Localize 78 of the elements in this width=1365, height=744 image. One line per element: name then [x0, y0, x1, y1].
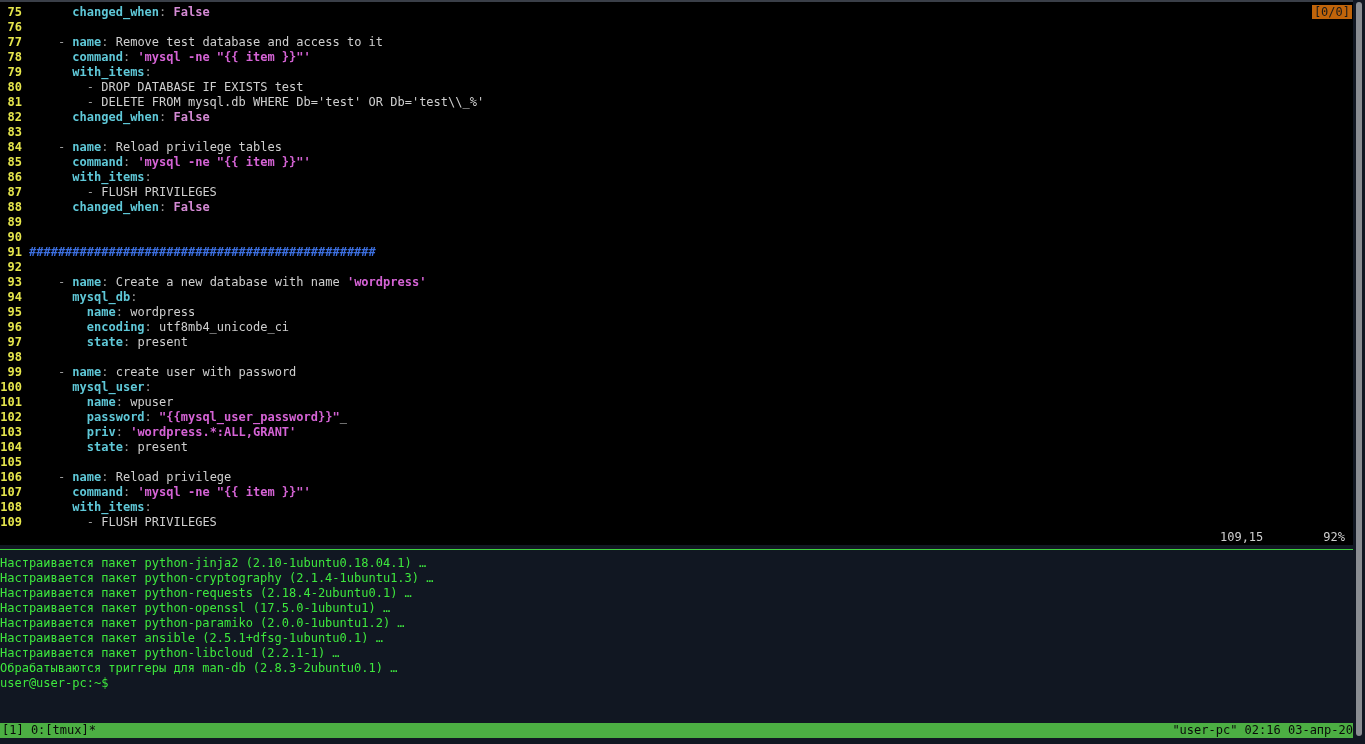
- code-line: mysql_db:: [71, 290, 138, 305]
- line-number: 78: [6, 50, 22, 65]
- line-number: 103: [0, 425, 22, 440]
- code-line: - name: create user with password: [56, 365, 297, 380]
- line-number: 86: [6, 170, 22, 185]
- line-number: 94: [6, 290, 22, 305]
- line-number: 100: [0, 380, 22, 395]
- line-number: 91: [6, 245, 22, 260]
- terminal-line: Настраивается пакет python-libcloud (2.2.1-1) …: [0, 646, 341, 661]
- code-line: encoding: utf8mb4_unicode_ci: [85, 320, 290, 335]
- line-number: 89: [6, 215, 22, 230]
- line-number: 104: [0, 440, 22, 455]
- code-line: mysql_user:: [71, 380, 152, 395]
- code-line: priv: 'wordpress.*:ALL,GRANT': [85, 425, 297, 440]
- code-line: - FLUSH PRIVILEGES: [85, 185, 217, 200]
- scrollbar[interactable]: [1356, 2, 1362, 736]
- code-line: command: 'mysql -ne "{{ item }}"': [71, 485, 311, 500]
- line-number: 99: [6, 365, 22, 380]
- code-line: password: "{{mysql_user_password}}"_: [85, 410, 347, 425]
- line-number: 76: [6, 20, 22, 35]
- line-number: 96: [6, 320, 22, 335]
- code-line: with_items:: [71, 65, 152, 80]
- terminal-line: Настраивается пакет ansible (2.5.1+dfsg-1ubuntu0.1) …: [0, 631, 384, 646]
- code-line: - DELETE FROM mysql.db WHERE Db='test' OR Db='test\\_%': [85, 95, 485, 110]
- code-line: - FLUSH PRIVILEGES: [85, 515, 217, 530]
- terminal-line: user@user-pc:~$: [0, 676, 110, 691]
- line-number: 88: [6, 200, 22, 215]
- code-line: - DROP DATABASE IF EXISTS test: [85, 80, 304, 95]
- line-number: 92: [6, 260, 22, 275]
- window-list: [1] 0:[tmux]*: [0, 723, 96, 738]
- code-line: - name: Reload privilege tables: [56, 140, 282, 155]
- line-number: 97: [6, 335, 22, 350]
- line-number: 81: [6, 95, 22, 110]
- code-line: command: 'mysql -ne "{{ item }}"': [71, 50, 311, 65]
- terminal-line: Настраивается пакет python-openssl (17.5.0-1ubuntu1) …: [0, 601, 392, 616]
- host-clock: "user-pc" 02:16 03-апр-20: [1172, 723, 1353, 738]
- line-number: 108: [0, 500, 22, 515]
- line-number: 84: [6, 140, 22, 155]
- code-line: with_items:: [71, 500, 152, 515]
- code-line: - name: Remove test database and access to it: [56, 35, 384, 50]
- terminal-line: Настраивается пакет python-paramiko (2.0.0-1ubuntu1.2) …: [0, 616, 406, 631]
- code-line: state: present: [85, 440, 188, 455]
- line-number: 95: [6, 305, 22, 320]
- line-number: 105: [0, 455, 22, 470]
- terminal-line: Настраивается пакет python-requests (2.18.4-2ubuntu0.1) …: [0, 586, 413, 601]
- code-line: name: wpuser: [85, 395, 174, 410]
- line-number: 77: [6, 35, 22, 50]
- line-number: 107: [0, 485, 22, 500]
- cursor-position: 109,15: [1219, 530, 1264, 545]
- code-line: - name: Reload privilege: [56, 470, 232, 485]
- line-number: 82: [6, 110, 22, 125]
- code-line: changed_when: False: [71, 5, 210, 20]
- line-number: 102: [0, 410, 22, 425]
- line-number: 75: [6, 5, 22, 20]
- terminal-line: Настраивается пакет python-jinja2 (2.10-1ubuntu0.18.04.1) …: [0, 556, 428, 571]
- line-number: 80: [6, 80, 22, 95]
- line-number: 83: [6, 125, 22, 140]
- search-count-badge: [0/0]: [1311, 5, 1352, 19]
- line-number: 85: [6, 155, 22, 170]
- code-line: changed_when: False: [71, 200, 210, 215]
- terminal-line: Обрабатываются триггеры для man-db (2.8.3-2ubuntu0.1) …: [0, 661, 399, 676]
- code-line: state: present: [85, 335, 188, 350]
- line-number: 106: [0, 470, 22, 485]
- terminal-line: Настраивается пакет python-cryptography (2.1.4-1ubuntu1.3) …: [0, 571, 435, 586]
- code-line: with_items:: [71, 170, 152, 185]
- scroll-percent: 92%: [1323, 530, 1345, 545]
- line-number: 79: [6, 65, 22, 80]
- code-line: command: 'mysql -ne "{{ item }}"': [71, 155, 311, 170]
- code-line: ################################################: [29, 245, 376, 260]
- code-line: - name: Create a new database with name 'wordpress': [56, 275, 427, 290]
- code-line: name: wordpress: [85, 305, 196, 320]
- code-line: changed_when: False: [71, 110, 210, 125]
- line-number: 93: [6, 275, 22, 290]
- line-number: 98: [6, 350, 22, 365]
- line-number: 109: [0, 515, 22, 530]
- line-number: 90: [6, 230, 22, 245]
- line-number: 101: [0, 395, 22, 410]
- line-number: 87: [6, 185, 22, 200]
